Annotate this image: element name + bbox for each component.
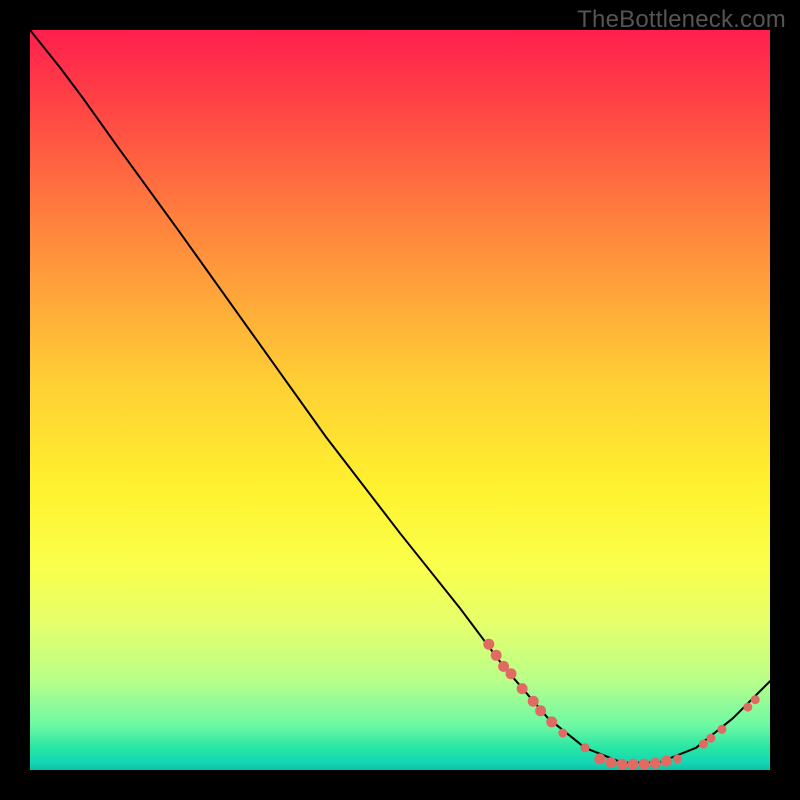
data-point xyxy=(528,696,539,707)
data-point xyxy=(650,758,661,769)
data-point xyxy=(491,650,502,661)
data-point xyxy=(706,734,715,743)
data-point xyxy=(546,716,557,727)
chart-overlay-svg xyxy=(30,30,770,770)
data-point xyxy=(605,757,616,768)
data-point xyxy=(717,725,726,734)
data-points-group xyxy=(483,639,759,770)
data-point xyxy=(751,695,760,704)
data-point xyxy=(699,740,708,749)
data-point xyxy=(558,729,567,738)
watermark-text: TheBottleneck.com xyxy=(577,6,786,34)
data-point xyxy=(581,743,590,752)
data-point xyxy=(628,759,639,770)
data-point xyxy=(535,705,546,716)
data-point xyxy=(639,759,650,770)
chart-plot-area xyxy=(30,30,770,770)
data-point xyxy=(594,753,605,764)
bottleneck-curve xyxy=(30,30,770,763)
data-point xyxy=(743,703,752,712)
data-point xyxy=(673,754,682,763)
data-point xyxy=(517,683,528,694)
data-point xyxy=(483,639,494,650)
data-point xyxy=(506,668,517,679)
data-point xyxy=(661,756,672,767)
data-point xyxy=(617,759,628,770)
